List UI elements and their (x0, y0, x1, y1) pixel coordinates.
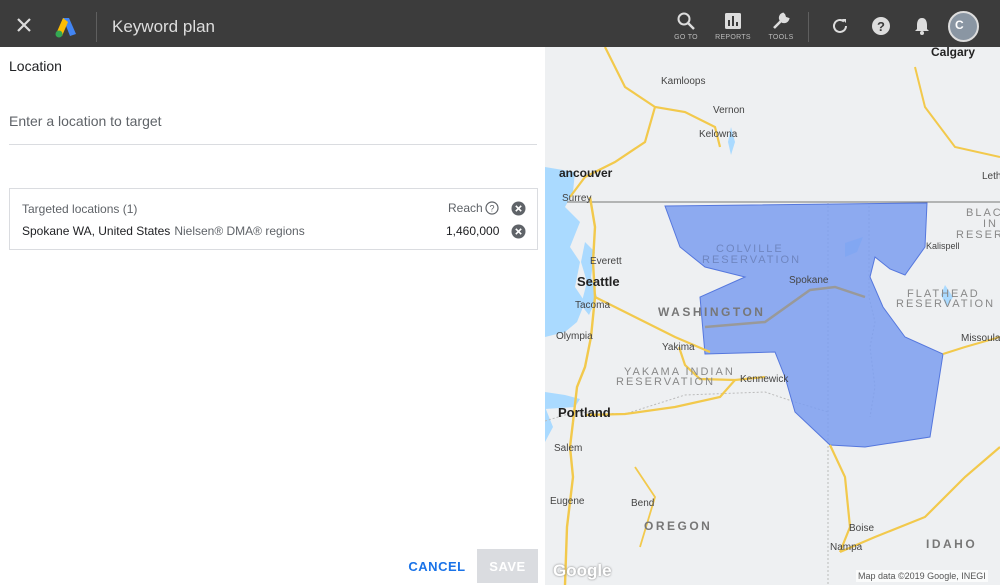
save-button[interactable]: SAVE (477, 549, 538, 583)
region-blackfeet-line3: RESER (956, 229, 1000, 241)
city-bend: Bend (631, 498, 655, 509)
svg-text:?: ? (489, 204, 494, 214)
map-credit[interactable]: Map data ©2019 Google, INEGI (856, 570, 988, 582)
cancel-button[interactable]: CANCEL (404, 550, 470, 582)
goto-button[interactable]: GO TO (662, 8, 710, 48)
page-title: Keyword plan (112, 17, 216, 36)
reach-help-icon[interactable]: ? (485, 201, 499, 215)
city-nampa: Nampa (830, 542, 863, 553)
close-icon[interactable] (14, 15, 34, 35)
city-surrey: Surrey (562, 193, 592, 204)
tools-button[interactable]: TOOLS (757, 8, 805, 48)
location-map[interactable]: Kamloops Vernon Kelowna ancouver Surrey … (545, 47, 1000, 585)
city-vancouver: ancouver (559, 166, 613, 180)
location-search-input[interactable] (9, 113, 537, 129)
city-yakima: Yakima (662, 342, 695, 353)
header-divider (96, 12, 97, 42)
remove-all-icon[interactable] (511, 201, 526, 216)
city-kalispell: Kalispell (926, 241, 960, 251)
search-icon (677, 12, 695, 30)
location-input-wrapper (9, 113, 537, 145)
region-flathead-line2: RESERVATION (896, 298, 996, 310)
targeted-locations-header: Targeted locations (1) (22, 202, 138, 216)
goto-label: GO TO (674, 34, 698, 41)
reports-icon (725, 13, 741, 29)
city-eugene: Eugene (550, 496, 585, 507)
city-missoula: Missoula (961, 333, 1000, 344)
header-divider-2 (808, 12, 809, 42)
bell-icon[interactable] (912, 16, 932, 36)
city-kamloops: Kamloops (661, 76, 706, 87)
city-vernon: Vernon (713, 105, 745, 116)
location-name: Spokane WA, United States (22, 224, 171, 238)
region-yakama-line2: RESERVATION (616, 376, 716, 388)
city-kelowna: Kelowna (699, 129, 738, 140)
location-title: Location (9, 58, 62, 74)
state-washington: WASHINGTON (658, 305, 766, 319)
city-seattle: Seattle (577, 274, 620, 289)
reach-label: Reach (448, 201, 483, 215)
region-colville-line2: RESERVATION (702, 254, 802, 266)
location-row: Spokane WA, United States Nielsen® DMA® r… (22, 224, 305, 238)
city-everett: Everett (590, 256, 622, 267)
city-salem: Salem (554, 443, 583, 454)
city-tacoma: Tacoma (575, 300, 611, 311)
tools-label: TOOLS (768, 34, 794, 41)
city-calgary: Calgary (931, 47, 976, 59)
city-boise: Boise (849, 523, 875, 534)
location-type: Nielsen® DMA® regions (174, 224, 305, 238)
city-olympia: Olympia (556, 331, 593, 342)
wrench-icon (773, 12, 790, 29)
targeted-locations-card: Targeted locations (1) Reach ? Spokane W… (9, 188, 538, 250)
map-canvas (545, 47, 1000, 585)
state-oregon: OREGON (644, 519, 713, 533)
city-spokane: Spokane (789, 275, 829, 286)
account-avatar[interactable]: C (948, 11, 979, 42)
state-idaho: IDAHO (926, 537, 978, 551)
google-ads-logo-icon (55, 18, 76, 38)
top-app-bar: Keyword plan GO TO REPORTS TOOLS ? C (0, 0, 1000, 47)
help-icon[interactable]: ? (871, 16, 891, 36)
remove-location-icon[interactable] (511, 224, 526, 239)
avatar-initial: C (955, 18, 964, 32)
city-lethbridge: Leth (982, 171, 1000, 182)
refresh-icon[interactable] (830, 16, 850, 36)
svg-text:?: ? (877, 19, 885, 34)
city-portland: Portland (558, 405, 611, 420)
reports-button[interactable]: REPORTS (709, 8, 757, 48)
location-panel: Location Targeted locations (1) Reach ? … (0, 47, 545, 585)
google-map-logo: Google (553, 561, 612, 580)
reports-label: REPORTS (715, 34, 751, 41)
location-reach: 1,460,000 (446, 224, 500, 238)
city-kennewick: Kennewick (740, 374, 789, 385)
